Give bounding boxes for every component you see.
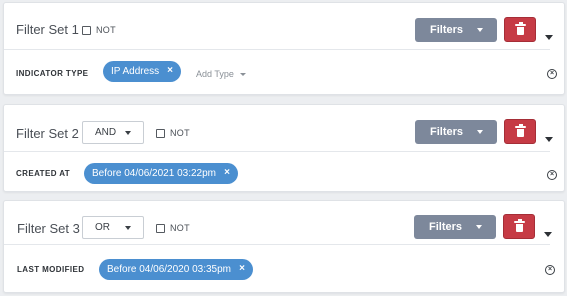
- delete-filter-set-button[interactable]: [504, 17, 536, 42]
- add-type-label: Add Type: [196, 69, 234, 79]
- filter-set-title: Filter Set 3: [17, 221, 80, 236]
- clear-row-icon[interactable]: ×: [545, 265, 555, 275]
- trash-icon: [515, 124, 526, 137]
- field-label: LAST MODIFIED: [17, 265, 85, 274]
- not-toggle[interactable]: NOT: [156, 128, 190, 138]
- filter-set-card: Filter Set 3 OR NOT Filters LAST MODIFIE…: [3, 200, 565, 293]
- value-pill-text: IP Address: [111, 66, 160, 77]
- filters-dropdown-button[interactable]: Filters: [414, 215, 496, 239]
- filters-button-label: Filters: [430, 24, 464, 36]
- not-toggle[interactable]: NOT: [82, 25, 116, 35]
- caret-down-icon: [125, 131, 131, 135]
- value-pill[interactable]: IP Address ×: [103, 61, 181, 82]
- operator-value: AND: [95, 127, 117, 138]
- filter-set-header: Filter Set 3 OR NOT Filters: [4, 201, 564, 249]
- caret-down-icon: [476, 225, 482, 229]
- filters-dropdown-button[interactable]: Filters: [415, 120, 497, 144]
- remove-value-icon[interactable]: ×: [224, 167, 230, 178]
- value-pill[interactable]: Before 04/06/2020 03:35pm ×: [99, 259, 253, 280]
- remove-value-icon[interactable]: ×: [167, 65, 173, 76]
- clear-row-icon[interactable]: ×: [547, 69, 557, 79]
- not-checkbox[interactable]: [156, 223, 165, 233]
- not-label: NOT: [170, 128, 190, 138]
- value-pill-text: Before 04/06/2020 03:35pm: [107, 264, 231, 275]
- clear-row-icon[interactable]: ×: [547, 170, 557, 180]
- filter-set-card: Filter Set 2 AND NOT Filters CREATED AT …: [3, 104, 565, 192]
- operator-value: OR: [95, 222, 110, 233]
- filter-row: CREATED AT Before 04/06/2021 03:22pm × ×: [4, 152, 564, 192]
- caret-down-icon: [477, 28, 483, 32]
- filter-set-title: Filter Set 2: [16, 126, 79, 141]
- value-pill[interactable]: Before 04/06/2021 03:22pm ×: [84, 163, 238, 184]
- not-label: NOT: [170, 223, 190, 233]
- delete-filter-set-button[interactable]: [504, 119, 536, 144]
- filter-set-title: Filter Set 1: [16, 22, 79, 37]
- caret-down-icon: [125, 226, 131, 230]
- operator-select[interactable]: OR: [82, 216, 144, 239]
- not-checkbox[interactable]: [156, 128, 165, 138]
- filter-set-header: Filter Set 2 AND NOT Filters: [4, 105, 564, 153]
- chevron-down-icon[interactable]: [545, 129, 553, 147]
- trash-icon: [514, 219, 525, 232]
- caret-down-icon: [477, 130, 483, 134]
- filters-button-label: Filters: [429, 221, 463, 233]
- field-label: INDICATOR TYPE: [16, 69, 89, 78]
- filter-set-card: Filter Set 1 NOT Filters INDICATOR TYPE …: [3, 2, 565, 95]
- filter-set-header: Filter Set 1 NOT Filters: [4, 3, 564, 51]
- field-label: CREATED AT: [16, 169, 71, 178]
- not-toggle[interactable]: NOT: [156, 223, 190, 233]
- value-pill-text: Before 04/06/2021 03:22pm: [92, 168, 216, 179]
- chevron-down-icon[interactable]: [545, 27, 553, 45]
- not-checkbox[interactable]: [82, 25, 91, 35]
- caret-down-icon: [239, 72, 246, 76]
- add-type-dropdown[interactable]: Add Type: [196, 69, 246, 79]
- trash-icon: [515, 22, 526, 35]
- remove-value-icon[interactable]: ×: [239, 263, 245, 274]
- operator-select[interactable]: AND: [82, 121, 144, 144]
- delete-filter-set-button[interactable]: [503, 214, 535, 239]
- filters-button-label: Filters: [430, 126, 464, 138]
- filters-dropdown-button[interactable]: Filters: [415, 18, 497, 42]
- chevron-down-icon[interactable]: [544, 224, 552, 242]
- not-label: NOT: [96, 25, 116, 35]
- filter-row: INDICATOR TYPE IP Address × Add Type ×: [4, 50, 564, 96]
- filter-row: LAST MODIFIED Before 04/06/2020 03:35pm …: [4, 245, 564, 293]
